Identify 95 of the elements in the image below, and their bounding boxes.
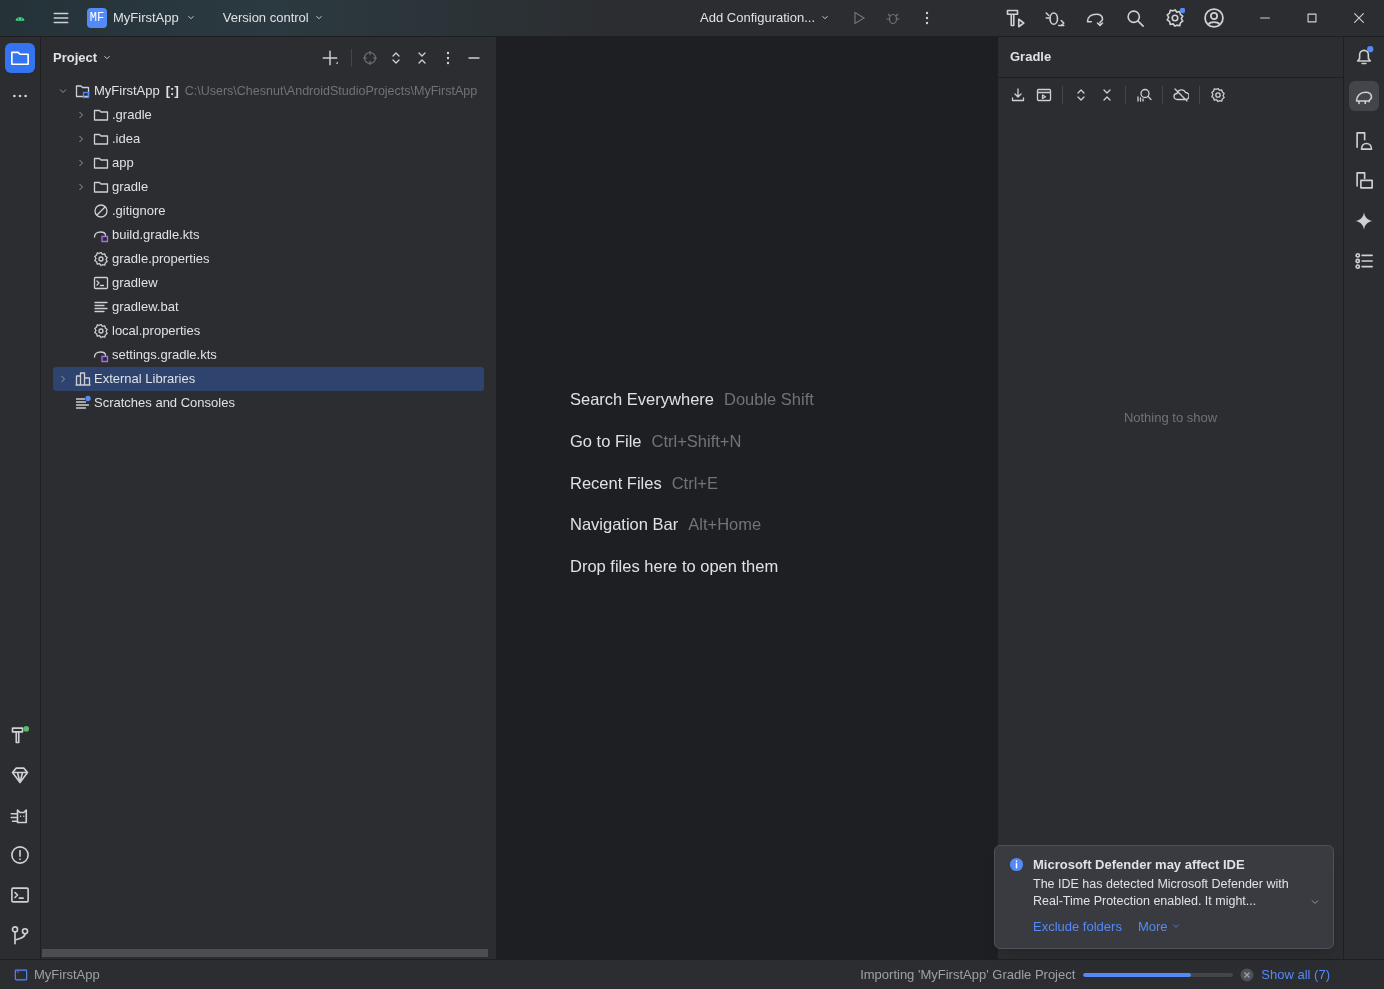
item-name: app (112, 154, 134, 173)
item-name: gradlew.bat (112, 298, 179, 317)
item-name: .gitignore (112, 202, 166, 221)
hint-action: Go to File (570, 430, 642, 452)
item-name: gradle (112, 178, 149, 197)
menu-label: Version control (222, 9, 309, 28)
git-branch-icon[interactable] (10, 925, 30, 945)
ignore-file-icon (93, 203, 109, 219)
item-name: Scratches and Consoles (94, 394, 235, 413)
gem-icon[interactable] (10, 765, 30, 785)
terminal-file-icon (93, 275, 109, 291)
item-path: C:\Users\Chesnut\AndroidStudioProjects\MyFirstApp (184, 82, 478, 100)
tree-item[interactable]: MyFirstApp [:] C:\Users\Chesnut\AndroidStudioProjects\MyFirstApp (53, 79, 484, 103)
item-name: gradle.properties (112, 250, 210, 269)
window-icon (14, 967, 28, 982)
hint-shortcut: Double Shift (724, 389, 814, 411)
hint-action: Drop files here to open them (570, 556, 779, 578)
tree-item[interactable]: gradlew (53, 271, 484, 295)
panel-title-dropdown[interactable]: Project (53, 47, 114, 68)
folder-icon (93, 107, 109, 123)
locate-icon[interactable] (362, 49, 378, 66)
item-name: build.gradle.kts (112, 226, 200, 245)
tree-item[interactable]: gradle (53, 175, 484, 199)
project-switcher[interactable]: MF MyFirstApp (85, 4, 199, 32)
tree-item[interactable]: local.properties (53, 319, 484, 343)
tree-item[interactable]: gradle.properties (53, 247, 484, 271)
version-control-menu[interactable]: Version control (222, 4, 325, 32)
folder-icon[interactable] (5, 43, 35, 73)
hint-shortcut: Alt+Home (688, 514, 762, 536)
hammer-play-icon[interactable] (1005, 8, 1025, 28)
device-screen-icon[interactable] (1354, 171, 1374, 191)
run-task-icon[interactable] (1036, 87, 1052, 103)
run-configuration-dropdown[interactable]: Add Configuration... (700, 4, 831, 32)
hint-action: Search Everywhere (570, 389, 714, 411)
scrollbar[interactable] (42, 949, 488, 957)
hint-action: Navigation Bar (570, 514, 679, 536)
settings-icon[interactable] (1165, 8, 1185, 28)
device-person-icon[interactable] (1354, 131, 1374, 151)
maximize-icon[interactable] (1305, 11, 1319, 25)
offline-icon[interactable] (1173, 87, 1189, 103)
library-icon (75, 371, 91, 387)
progress-label: Importing 'MyFirstApp' Gradle Project (860, 965, 1076, 984)
item-name: settings.gradle.kts (112, 346, 217, 365)
hammer-icon[interactable] (10, 725, 30, 745)
panel-title: Gradle (1010, 48, 1052, 67)
settings-icon[interactable] (1210, 87, 1226, 103)
close-icon[interactable] (1352, 11, 1366, 25)
item-name: MyFirstApp (94, 82, 160, 101)
tree-item[interactable]: app (53, 151, 484, 175)
tree-item[interactable]: .gitignore (53, 199, 484, 223)
module-tag: [:] (165, 81, 179, 101)
tree-item[interactable]: settings.gradle.kts (53, 343, 484, 367)
info-icon (1009, 855, 1024, 874)
panel-title: Project (53, 48, 98, 67)
item-name: .idea (112, 130, 141, 149)
text-file-icon (93, 299, 109, 315)
scratch-list-icon (75, 395, 91, 411)
account-icon[interactable] (1203, 7, 1225, 29)
warning-icon[interactable] (10, 845, 30, 865)
hint-shortcut: Ctrl+Shift+N (651, 430, 742, 452)
add-icon[interactable] (321, 48, 339, 67)
download-icon[interactable] (1010, 87, 1026, 103)
tree-item[interactable]: External Libraries (53, 367, 484, 391)
notification-title: Microsoft Defender may affect IDE (1033, 855, 1246, 874)
terminal-icon[interactable] (10, 885, 30, 905)
module-folder-icon (75, 83, 91, 99)
folder-icon (93, 179, 109, 195)
folder-icon (93, 131, 109, 147)
gear-icon (93, 323, 109, 339)
tree-item[interactable]: build.gradle.kts (53, 223, 484, 247)
show-all-link[interactable]: Show all (7) (1261, 964, 1330, 985)
gear-icon (93, 251, 109, 267)
project-name: MyFirstApp (34, 965, 100, 984)
sparkle-icon[interactable] (1354, 211, 1374, 231)
search-icon[interactable] (1125, 8, 1145, 28)
analyze-icon[interactable] (1136, 87, 1152, 103)
item-name: gradlew (112, 274, 158, 293)
cancel-icon[interactable] (1239, 966, 1256, 983)
item-name: .gradle (112, 106, 152, 125)
hint-shortcut: Ctrl+E (671, 472, 718, 494)
tree-item[interactable]: gradlew.bat (53, 295, 484, 319)
dropdown-label: Add Configuration... (700, 9, 815, 28)
empty-message: Nothing to show (1123, 408, 1218, 427)
project-name: MyFirstApp (113, 9, 179, 28)
item-name: local.properties (112, 322, 201, 341)
folder-icon (93, 155, 109, 171)
checklist-icon[interactable] (1354, 251, 1374, 271)
run-icon[interactable] (851, 10, 867, 26)
item-name: External Libraries (94, 370, 196, 389)
notification-message: The IDE has detected Microsoft Defender with Real-Time Protection enabled. It might... (1033, 875, 1290, 910)
tree-item[interactable]: .idea (53, 127, 484, 151)
hint-action: Recent Files (570, 472, 662, 494)
project-badge: MF (87, 8, 107, 28)
tree-item[interactable]: Scratches and Consoles (53, 391, 484, 415)
tree-item[interactable]: .gradle (53, 103, 484, 127)
